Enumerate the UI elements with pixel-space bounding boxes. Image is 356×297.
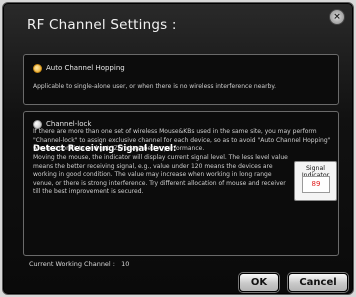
close-button[interactable]: × [329,9,345,25]
auto-channel-panel: Auto Channel Hopping Applicable to singl… [23,54,339,105]
channel-lock-panel: Channel-lock If there are more than one … [23,111,339,256]
signal-indicator-box: Signal Indicator 89 [294,161,337,201]
auto-channel-description: Applicable to single-alone user, or when… [33,83,276,90]
ok-button[interactable]: OK [239,273,279,292]
current-channel-label: Current Working Channel : [29,260,115,268]
current-channel-value: 10 [121,260,130,268]
signal-indicator-value: 89 [302,176,330,193]
cancel-button[interactable]: Cancel [288,273,348,292]
detect-signal-heading: Detect Receiving Signal level: [33,144,177,154]
detect-signal-description: Moving the mouse, the indicator will dis… [33,154,288,195]
current-working-channel: Current Working Channel : 10 [29,260,133,268]
rf-channel-settings-dialog: RF Channel Settings : × Auto Channel Hop… [2,2,354,295]
close-icon: × [333,11,341,22]
auto-channel-radio[interactable] [33,64,42,73]
auto-channel-label[interactable]: Auto Channel Hopping [46,64,125,72]
channel-lock-label[interactable]: Channel-lock [46,120,91,128]
dialog-title: RF Channel Settings : [27,17,177,33]
